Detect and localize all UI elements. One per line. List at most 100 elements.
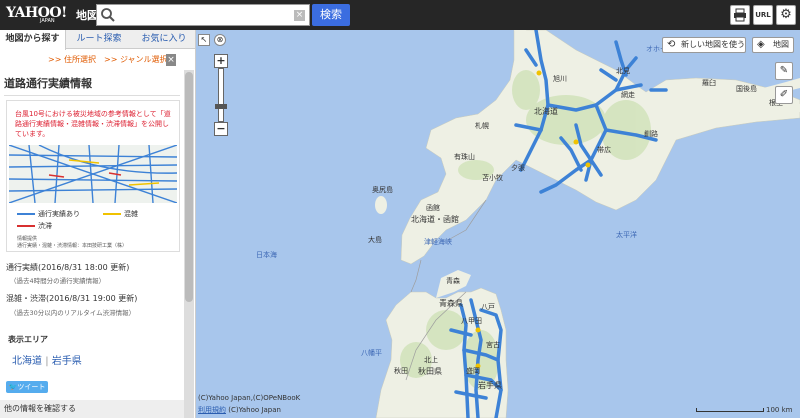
map-label-kushiro: 釧路	[644, 130, 658, 138]
map-label-miyako: 宮古	[486, 341, 500, 349]
address-select-link[interactable]: >> 住所選択	[48, 54, 96, 65]
tweet-button[interactable]: 🐦ツイート	[6, 381, 48, 393]
map-label-obihiro: 帯広	[597, 146, 611, 154]
cursor-icon: ↖	[200, 35, 208, 44]
legend-congested: 混雑	[103, 209, 138, 219]
map-label-aomori-pref: 青森県	[439, 299, 463, 308]
zoom-in-button[interactable]: +	[214, 54, 228, 68]
area-link-iwate[interactable]: 岩手県	[52, 356, 82, 367]
new-map-button[interactable]: ⟲ 新しい地図を使う	[662, 37, 746, 53]
legend-passable: 通行実績あり	[17, 209, 80, 219]
map-service-label[interactable]: 地図	[76, 7, 98, 23]
map-label-hachimantai: 八幡平	[361, 349, 382, 357]
alert-text: 台風10号における被災地域の参考情報として「道路通行実績情報・混雑情報・渋滞情報…	[15, 110, 171, 138]
close-panel-icon[interactable]: ×	[166, 54, 176, 66]
settings-button[interactable]: ⚙	[776, 5, 796, 25]
traffic-update: 通行実績(2016/8/31 18:00 更新)	[6, 263, 130, 272]
map-label-iwate: 岩手県	[478, 381, 502, 390]
url-button[interactable]: URL	[753, 5, 773, 25]
map-label-ohata: 大島	[368, 236, 382, 244]
print-icon	[734, 8, 746, 22]
map-label-japan-sea: 日本海	[256, 251, 277, 259]
map-label-akita: 秋田	[394, 367, 408, 375]
search-button[interactable]: 検索	[312, 4, 350, 26]
pencil-icon: ✎	[779, 65, 789, 76]
layers-icon: ◈	[757, 39, 765, 50]
legend-red-line	[17, 225, 35, 227]
map-graphic	[375, 30, 800, 418]
gear-icon: ⚙	[780, 7, 792, 22]
jam-update-sub: （過去30分以内のリアルタイム渋滞情報）	[10, 309, 136, 317]
draw-button[interactable]: ✎	[775, 62, 793, 80]
map-label-hokkaido-hakodate: 北海道・函館	[411, 215, 459, 224]
scale-bar	[696, 408, 764, 412]
area-links: 北海道 | 岩手県	[12, 356, 82, 367]
map-label-pacific: 太平洋	[616, 231, 637, 239]
sidebar-tabs: 地図から探す ルート探索 お気に入り	[0, 30, 195, 50]
tab-favorites[interactable]: お気に入り	[132, 30, 195, 49]
genre-select-link[interactable]: >> ジャンル選択	[104, 54, 168, 65]
map-label-rishiri: 羅臼	[702, 79, 716, 87]
print-button[interactable]	[730, 5, 750, 25]
zoom-slider-thumb[interactable]	[215, 104, 227, 109]
area-label: 表示エリア	[8, 335, 48, 344]
zoom-control: + −	[214, 54, 228, 136]
legend-blue-line	[17, 213, 35, 215]
area-link-hokkaido[interactable]: 北海道	[12, 356, 42, 367]
map-label-aomori: 青森	[446, 277, 460, 285]
map-label-morioka: 盛岡	[466, 367, 480, 375]
map-canvas[interactable]: 北海道 札幌 旭川 北見 網走 帯広 釧路 国後島 根室 羅臼 夕張 有珠山 苫…	[196, 30, 800, 418]
preview-map[interactable]	[9, 145, 177, 203]
panel-title: 道路通行実績情報	[4, 74, 180, 96]
map-copyright: (C)Yahoo Japan,(C)OPeNBooK	[198, 394, 301, 402]
map-label-hakodate: 函館	[426, 204, 440, 212]
sidebar: 地図から探す ルート探索 お気に入り >> 住所選択 >> ジャンル選択 × 道…	[0, 30, 196, 418]
map-terms: 利用規約 (C)Yahoo Japan	[198, 406, 281, 414]
jam-update: 混雑・渋滞(2016/8/31 19:00 更新)	[6, 294, 138, 303]
top-bar: YAHOO! JAPAN 地図 × 検索 URL ⚙	[0, 0, 800, 30]
map-label-yubari: 夕張	[511, 164, 525, 172]
map-label-abashiri: 網走	[621, 91, 635, 99]
clear-search-icon[interactable]: ×	[294, 10, 305, 21]
preview-map-graphic	[9, 145, 177, 203]
legend-yellow-line	[103, 213, 121, 215]
reset-view-button[interactable]: ⊗	[214, 34, 226, 46]
map-label-okushiri: 奥尻島	[372, 186, 393, 194]
map-label-yukibari: 有珠山	[454, 153, 475, 161]
source-detail: 通行実績・混雑・渋滞情報：本田技研工業（株）	[17, 243, 128, 249]
tab-route[interactable]: ルート探索	[66, 30, 132, 49]
terms-link[interactable]: 利用規約	[198, 406, 226, 414]
yahoo-logo-sub: JAPAN	[40, 18, 55, 24]
refresh-icon: ⟲	[667, 39, 676, 50]
yahoo-logo[interactable]: YAHOO!	[6, 5, 67, 21]
map-label-hokkaido: 北海道	[534, 107, 558, 116]
source-label: 情報提供	[17, 236, 38, 242]
map-label-kitami: 北見	[616, 67, 630, 75]
alert-box: 台風10号における被災地域の参考情報として「道路通行実績情報・混雑情報・渋滞情報…	[6, 100, 180, 252]
map-label-sapporo: 札幌	[475, 122, 489, 130]
search-input[interactable]: ×	[96, 4, 310, 26]
cursor-mode-button[interactable]: ↖	[198, 34, 210, 46]
map-label-hakkoda: 八甲田	[461, 317, 482, 325]
map-layer-button[interactable]: ◈ 地図	[752, 37, 794, 53]
legend-jam: 渋滞	[17, 221, 52, 231]
other-info-link[interactable]: 他の情報を確認する	[0, 400, 184, 418]
map-label-kitakami: 北上	[424, 356, 438, 364]
zoom-out-button[interactable]: −	[214, 122, 228, 136]
reset-icon: ⊗	[216, 35, 224, 44]
sub-navigation: >> 住所選択 >> ジャンル選択	[0, 54, 180, 68]
ruler-icon: ✐	[779, 89, 789, 100]
map-label-kunashiri: 国後島	[736, 85, 757, 93]
map-label-hachinohe: 八戸	[481, 303, 495, 311]
map-label-tomakomai: 苫小牧	[482, 174, 503, 182]
map-label-asahikawa: 旭川	[553, 75, 567, 83]
map-label-akita-pref: 秋田県	[418, 367, 442, 376]
traffic-update-sub: （過去4時間分の通行実績情報）	[10, 277, 106, 285]
map-label-tsugaru-strait: 津軽海峡	[424, 238, 452, 246]
scale-label: 100 km	[766, 406, 793, 414]
measure-button[interactable]: ✐	[775, 86, 793, 104]
sidebar-scrollbar-thumb[interactable]	[185, 72, 193, 302]
search-icon	[101, 8, 115, 22]
tab-search-map[interactable]: 地図から探す	[0, 30, 66, 50]
zoom-slider-track[interactable]	[218, 68, 224, 122]
